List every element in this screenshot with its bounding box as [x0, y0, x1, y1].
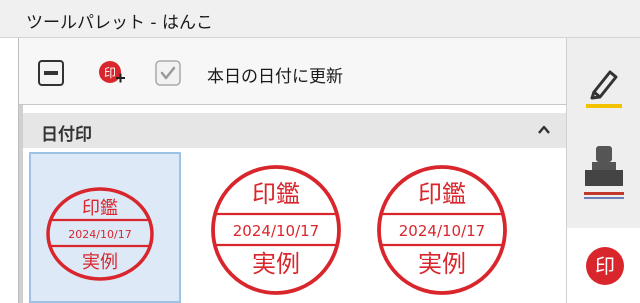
- section-header[interactable]: 日付印: [23, 113, 567, 148]
- section-title: 日付印: [41, 125, 92, 145]
- stamp-top-text: 印鑑: [82, 198, 118, 219]
- stamp-date-text: 2024/10/17: [68, 228, 131, 241]
- stamp-icon: [584, 146, 624, 199]
- stamp-top-text: 印鑑: [418, 180, 466, 208]
- stamp-date-text: 2024/10/17: [399, 222, 485, 240]
- window-title: ツールパレット - はんこ: [26, 13, 213, 33]
- chevron-up-icon[interactable]: [535, 121, 553, 139]
- stamp-bottom-text: 実例: [418, 250, 466, 278]
- date-stamp-section: 日付印 印鑑 2024/10/17 実例 印鑑 2024/10/17 実例 印鑑…: [19, 105, 567, 303]
- tab-hanko[interactable]: 印: [567, 228, 640, 303]
- minus-square-icon[interactable]: [36, 59, 66, 87]
- stamp-date-text: 2024/10/17: [233, 222, 319, 240]
- checkbox-icon[interactable]: [153, 59, 183, 87]
- add-stamp-glyph: 印: [104, 66, 116, 80]
- stamp-bottom-text: 実例: [252, 250, 300, 278]
- hanko-tab-label: 印: [595, 254, 615, 278]
- toolbar: 印 本日の日付に更新: [19, 38, 567, 105]
- pen-icon: [586, 70, 622, 108]
- stamp-item[interactable]: 印鑑 2024/10/17 実例: [372, 152, 524, 303]
- update-date-label: 本日の日付に更新: [207, 67, 343, 87]
- tab-stamp[interactable]: [567, 120, 640, 220]
- right-tab-bar: 印: [566, 38, 640, 303]
- stamp-bottom-text: 実例: [82, 252, 118, 273]
- main-panel: 印 本日の日付に更新 日付印 印鑑 2024/10/17 実例 印鑑 2024/…: [18, 38, 567, 303]
- add-stamp-icon[interactable]: 印: [96, 59, 126, 87]
- hanko-icon: 印: [585, 247, 624, 285]
- title-bar: ツールパレット - はんこ: [0, 0, 640, 38]
- stamp-top-text: 印鑑: [252, 180, 300, 208]
- stamp-item[interactable]: 印鑑 2024/10/17 実例: [29, 152, 181, 303]
- tab-pen[interactable]: [567, 38, 640, 120]
- stamp-item[interactable]: 印鑑 2024/10/17 実例: [206, 152, 358, 303]
